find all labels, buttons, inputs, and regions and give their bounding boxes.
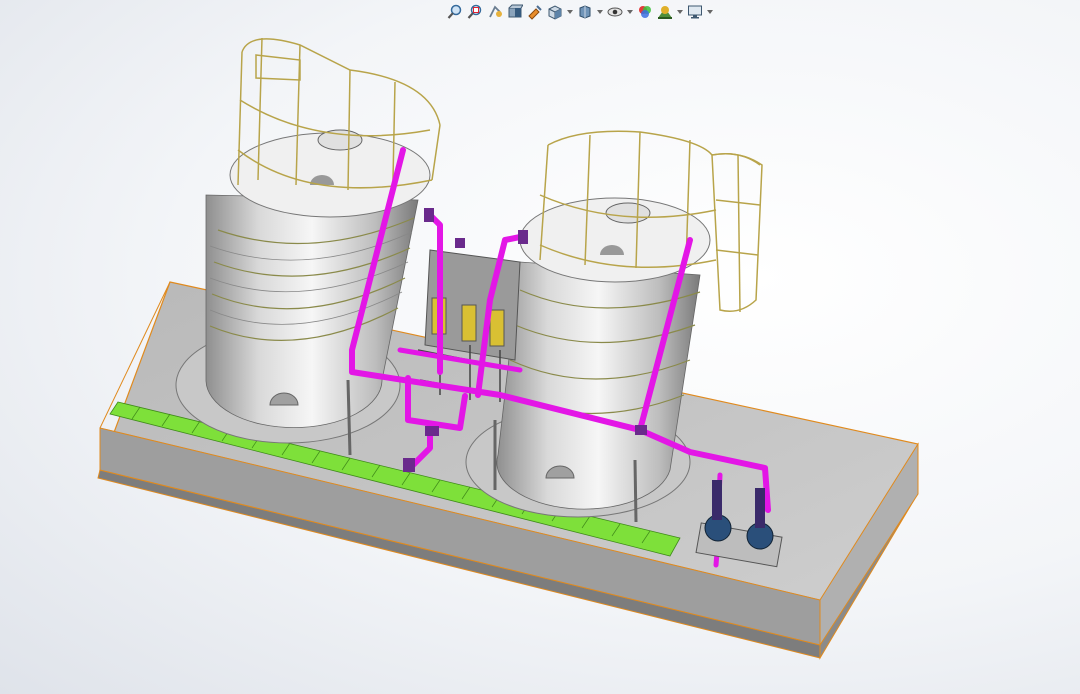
tank-skid-model[interactable] [0, 0, 1080, 694]
left-tank[interactable] [175, 129, 431, 456]
graphics-area[interactable] [0, 0, 1080, 694]
